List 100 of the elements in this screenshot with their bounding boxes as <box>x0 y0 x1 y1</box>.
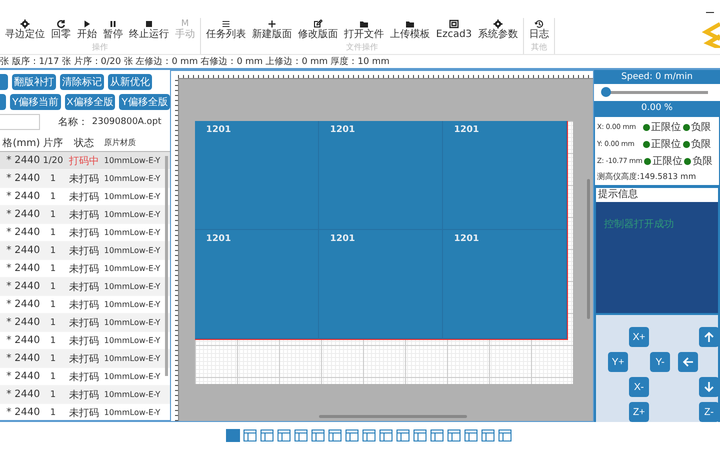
jog-button[interactable]: X+ <box>629 327 649 347</box>
table-row[interactable]: * 2440 1 未打码 10mmLow-E-Y <box>0 350 170 368</box>
table-cell-text: 1 <box>49 174 57 184</box>
jog-button[interactable] <box>699 377 719 397</box>
jog-button[interactable]: Z- <box>699 402 719 422</box>
table-cell-text: 1 <box>49 246 57 256</box>
table-cell-text: 10mmLow-E-Y <box>103 408 162 417</box>
jog-button[interactable]: X- <box>629 377 649 397</box>
toolbar-button[interactable]: 寻边定位 <box>2 18 48 42</box>
page-tab[interactable] <box>481 429 495 442</box>
table-row[interactable]: * 2440 1 未打码 10mmLow-E-Y <box>0 206 170 224</box>
limit-label: 正限位 <box>652 155 682 168</box>
page-tab[interactable] <box>311 429 325 442</box>
table-cell-text: 1 <box>49 228 57 238</box>
toolbar-group-label: 操作 <box>92 43 108 52</box>
toolbar-button[interactable]: 开始 <box>74 18 100 42</box>
table-row[interactable]: * 2440 1 未打码 10mmLow-E-Y <box>0 314 170 332</box>
table-cell-text: * 2440 <box>5 299 40 310</box>
table-cell-text: 10mmLow-E-Y <box>103 192 162 201</box>
toolbar-button[interactable]: 暂停 <box>100 18 126 42</box>
table-row[interactable]: * 2440 1/20 打码中 10mmLow-E-Y <box>0 152 170 170</box>
page-tab[interactable] <box>430 429 444 442</box>
table-cell-text: 10mmLow-E-Y <box>103 390 162 399</box>
page-tab[interactable] <box>328 429 342 442</box>
piece-label: 1201 <box>330 126 356 135</box>
cut-off-button[interactable] <box>0 94 6 110</box>
letter-icon: M <box>181 19 189 29</box>
table-cell-text: 1 <box>49 372 57 382</box>
table-cell-text: * 2440 <box>5 335 40 346</box>
page-tab[interactable] <box>260 429 274 442</box>
jog-button[interactable] <box>678 352 698 372</box>
jog-button[interactable] <box>699 327 719 347</box>
table-cell-text: 10mmLow-E-Y <box>103 282 162 291</box>
action-button[interactable]: 从新优化 <box>108 74 152 90</box>
play-icon <box>82 19 92 29</box>
action-button[interactable]: Y偏移当前 <box>10 94 61 110</box>
toolbar-button[interactable]: Ezcad3 <box>433 18 475 42</box>
table-cell-text: 1 <box>49 408 57 418</box>
table-cell-text: 1 <box>49 336 57 346</box>
folder-icon <box>359 19 369 29</box>
page-tab[interactable] <box>396 429 410 442</box>
piece-label: 1201 <box>330 235 356 244</box>
table-cell-text: * 2440 <box>5 263 40 274</box>
table-row[interactable]: * 2440 1 未打码 10mmLow-E-Y <box>0 170 170 188</box>
progress-label: 0.00 % <box>640 102 674 116</box>
table-row[interactable]: * 2440 1 未打码 10mmLow-E-Y <box>0 278 170 296</box>
cut-off-button[interactable] <box>0 74 8 90</box>
table-row[interactable]: * 2440 1 未打码 10mmLow-E-Y <box>0 242 170 260</box>
action-button[interactable]: X偏移全版 <box>64 94 116 110</box>
page-tab[interactable] <box>464 429 478 442</box>
speed-slider[interactable] <box>594 84 720 102</box>
page-tab[interactable] <box>498 429 512 442</box>
toolbar-group-label: 其他 <box>530 43 547 52</box>
message-title: 提示信息 <box>596 188 718 202</box>
toolbar-button[interactable]: 系统参数 <box>474 18 521 42</box>
status-cell-text: 未打码 <box>68 316 100 330</box>
page-tab[interactable] <box>345 429 359 442</box>
stop-icon <box>144 19 154 29</box>
toolbar-button[interactable]: 任务列表 <box>203 18 249 42</box>
input-field[interactable] <box>0 114 40 130</box>
table-row[interactable]: * 2440 1 未打码 10mmLow-E-Y <box>0 386 170 404</box>
table-cell-text: 10mmLow-E-Y <box>103 354 162 363</box>
action-button[interactable]: 清除标记 <box>60 74 104 90</box>
page-tab[interactable] <box>413 429 427 442</box>
page-tab[interactable] <box>277 429 291 442</box>
scrollbar[interactable] <box>587 179 590 319</box>
folder-icon <box>405 19 415 29</box>
toolbar-button[interactable]: 打开文件 <box>341 18 387 42</box>
jog-button[interactable]: Y- <box>650 352 670 372</box>
piece-label: 1201 <box>454 235 480 244</box>
toolbar-button[interactable]: 新建版面 <box>249 18 295 42</box>
table-cell-text: 10mmLow-E-Y <box>103 264 162 273</box>
toolbar-button[interactable]: 修改版面 <box>295 18 341 42</box>
action-button[interactable]: Y偏移全版 <box>119 94 170 110</box>
toolbar-button[interactable]: 回零 <box>48 18 74 42</box>
toolbar-button[interactable]: 日志 <box>526 18 552 42</box>
toolbar-group-label: 文件操作 <box>346 43 378 52</box>
table-cell-text: 10mmLow-E-Y <box>103 228 162 237</box>
page-tab[interactable] <box>294 429 308 442</box>
action-button[interactable]: 翻版补打 <box>12 74 56 90</box>
page-tab[interactable] <box>447 429 461 442</box>
page-tab[interactable] <box>362 429 376 442</box>
table-cell-text: 1 <box>49 282 57 292</box>
table-cell-text: * 2440 <box>5 191 40 202</box>
limit-label: 负限 <box>691 138 711 152</box>
table-cell-text: * 2440 <box>5 317 40 328</box>
sheet-status-text: 张 版序：1/17 张 片序：0/20 张 左修边：0 mm 右修边：0 mm 上修边：0 mm 厚度：10 mm <box>0 57 390 67</box>
jog-button[interactable]: Y+ <box>608 352 628 372</box>
page-tab[interactable] <box>379 429 393 442</box>
page-tab[interactable] <box>243 429 257 442</box>
piece-label: 1201 <box>206 126 232 135</box>
minimize-icon[interactable] <box>706 12 714 14</box>
table-row[interactable]: * 2440 1 未打码 10mmLow-E-Y <box>0 404 170 420</box>
jog-button[interactable]: Z+ <box>629 402 649 422</box>
scrollbar[interactable] <box>319 415 467 418</box>
scrollbar[interactable] <box>165 156 168 376</box>
toolbar-button[interactable]: 终止运行 <box>126 18 172 42</box>
table-cell-text: 1 <box>49 354 57 364</box>
toolbar-button[interactable]: 上传模板 <box>387 18 433 42</box>
edit-icon <box>313 19 323 29</box>
